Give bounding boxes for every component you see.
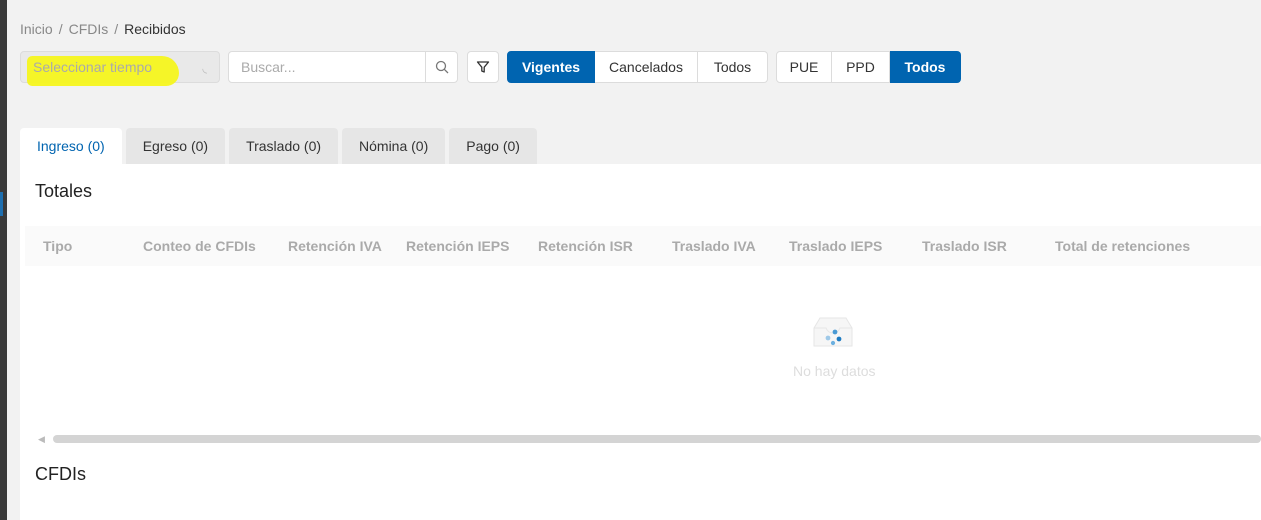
search-button[interactable]	[425, 52, 457, 82]
column-header[interactable]: Conteo de CFDIs	[143, 238, 256, 254]
empty-data-icon	[813, 317, 853, 347]
breadcrumb-inicio[interactable]: Inicio	[20, 21, 53, 37]
status-cancelados-button[interactable]: Cancelados	[595, 51, 698, 83]
column-header[interactable]: Retención IVA	[288, 238, 382, 254]
payment-method-filter: PUE PPD Todos	[776, 51, 961, 83]
totals-table-header: Tipo Conteo de CFDIs Retención IVA Reten…	[25, 226, 1261, 266]
search-box	[228, 51, 458, 83]
breadcrumb-separator: /	[58, 21, 63, 37]
search-input[interactable]	[229, 52, 427, 82]
status-vigentes-button[interactable]: Vigentes	[507, 51, 595, 83]
sidebar-active-indicator	[0, 192, 3, 216]
cfdis-title: CFDIs	[35, 464, 86, 484]
totals-title: Totales	[35, 181, 93, 201]
column-header[interactable]: Tipo	[43, 238, 72, 254]
filter-button[interactable]	[467, 51, 499, 83]
column-header[interactable]: Traslado IVA	[672, 238, 756, 254]
status-filter: Vigentes Cancelados Todos	[507, 51, 768, 83]
column-header[interactable]: Retención ISR	[538, 238, 633, 254]
column-header[interactable]: Traslado ISR	[922, 238, 1007, 254]
breadcrumb-separator: /	[114, 21, 119, 37]
scrollbar-thumb[interactable]	[53, 435, 1261, 443]
tab-ingreso[interactable]: Ingreso (0)	[20, 128, 122, 164]
tab-traslado[interactable]: Traslado (0)	[229, 128, 339, 164]
scroll-left-icon[interactable]: ◀	[38, 434, 45, 444]
tab-content-panel: Totales Tipo Conteo de CFDIs Retención I…	[20, 164, 1261, 520]
horizontal-scrollbar[interactable]: ◀	[35, 434, 1261, 444]
loading-icon: ◟	[202, 61, 207, 75]
time-range-select[interactable]: Seleccionar tiempo ◟	[20, 51, 220, 86]
column-header[interactable]: Total de retenciones	[1055, 238, 1190, 254]
payment-todos-button[interactable]: Todos	[890, 51, 961, 83]
status-todos-button[interactable]: Todos	[698, 51, 768, 83]
left-sidebar-edge	[0, 0, 7, 520]
payment-ppd-button[interactable]: PPD	[832, 51, 890, 83]
breadcrumb: Inicio / CFDIs / Recibidos	[20, 21, 186, 37]
tab-nomina[interactable]: Nómina (0)	[342, 128, 446, 164]
time-select-placeholder: Seleccionar tiempo	[33, 59, 153, 75]
tab-egreso[interactable]: Egreso (0)	[125, 128, 226, 164]
column-header[interactable]: Traslado IEPS	[789, 238, 882, 254]
search-icon	[435, 60, 448, 74]
column-header[interactable]: Retención IEPS	[406, 238, 509, 254]
tab-pago[interactable]: Pago (0)	[449, 128, 537, 164]
filter-icon	[476, 61, 490, 73]
empty-data-text: No hay datos	[793, 363, 876, 379]
breadcrumb-current: Recibidos	[124, 21, 186, 37]
payment-pue-button[interactable]: PUE	[776, 51, 832, 83]
cfdi-type-tabs: Ingreso (0) Egreso (0) Traslado (0) Nómi…	[20, 128, 537, 164]
breadcrumb-cfdis[interactable]: CFDIs	[69, 21, 109, 37]
